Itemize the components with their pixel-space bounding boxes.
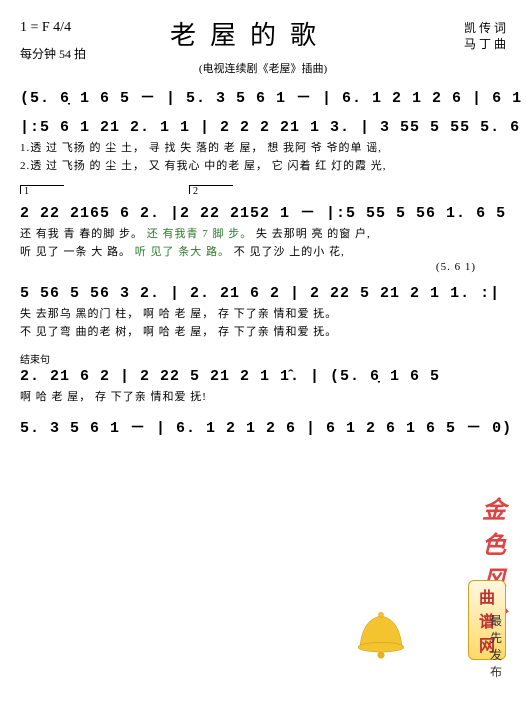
system3-notes: 5 56 5 56 3 2. | 2. 21 6 2 | 2 22 5 21 2… — [20, 285, 506, 302]
volta-2-bracket: 2 — [189, 185, 233, 194]
lyricist: 凯 传 词 — [464, 20, 506, 36]
system2-lyrics-v2: 听 见了 一条 大 路。 听 见了 条大 路。 不 见了沙 上的小 花, — [20, 243, 506, 259]
system1-lyrics-verse1: 1.透 过 飞扬 的 尘 土， 寻 找 失 落的 老 屋， 想 我阿 爷 爷的单… — [20, 139, 506, 155]
intro-notes: (5. 6̣ 1 6 5 － | 5. 3 5 6 1 － | 6. 1 2 1… — [20, 86, 506, 107]
credits: 凯 传 词 马 丁 曲 — [464, 20, 506, 52]
tempo-marking: 每分钟 54 拍 — [20, 45, 86, 62]
system1-lyrics-verse2: 2.透 过 飞扬 的 尘 土， 又 有我心 中的老 屋， 它 闪着 红 灯的霞 … — [20, 157, 506, 173]
system4-lyrics: 啊 哈 老 屋， 存 下了亲 情和爱 抚! — [20, 388, 506, 404]
system2-aside: (5. 6 1) — [20, 261, 506, 273]
slogan: 最 先 发 布 — [490, 612, 506, 680]
composer: 马 丁 曲 — [464, 36, 506, 52]
bell-icon — [346, 610, 416, 670]
system2-notes: 2 22 2165 6 2. |2 22 2152 1 － |:5 55 5 5… — [20, 201, 506, 222]
song-title: 老屋的歌 — [170, 15, 330, 52]
volta-1-bracket: 1 — [20, 185, 64, 194]
coda-label: 结束句 — [20, 351, 506, 366]
key-signature: 1 = F 4/4 — [20, 20, 71, 36]
system4-notes: 2. 21 6 2 | 2 22 5 21 2 1 1̂. | (5. 6̣ 1… — [20, 368, 506, 385]
system3-lyrics-v2: 不 见了弯 曲的老 树， 啊 哈 老 屋， 存 下了亲 情和爱 抚。 — [20, 323, 506, 339]
system1-notes: |:5 6 1 21 2. 1 1 | 2 2 2 21 1 3. | 3 55… — [20, 119, 506, 136]
system5-notes: 5. 3 5 6 1 － | 6. 1 2 1 2 6 | 6 1 2 6 1 … — [20, 416, 506, 437]
system3-lyrics-v1: 失 去那乌 黑的门 柱， 啊 哈 老 屋， 存 下了亲 情和爱 抚。 — [20, 305, 506, 321]
system2-lyrics-v1: 还 有我 青 春的脚 步。 还 有我青 7 脚 步。 失 去那明 亮 的窗 户, — [20, 225, 506, 241]
